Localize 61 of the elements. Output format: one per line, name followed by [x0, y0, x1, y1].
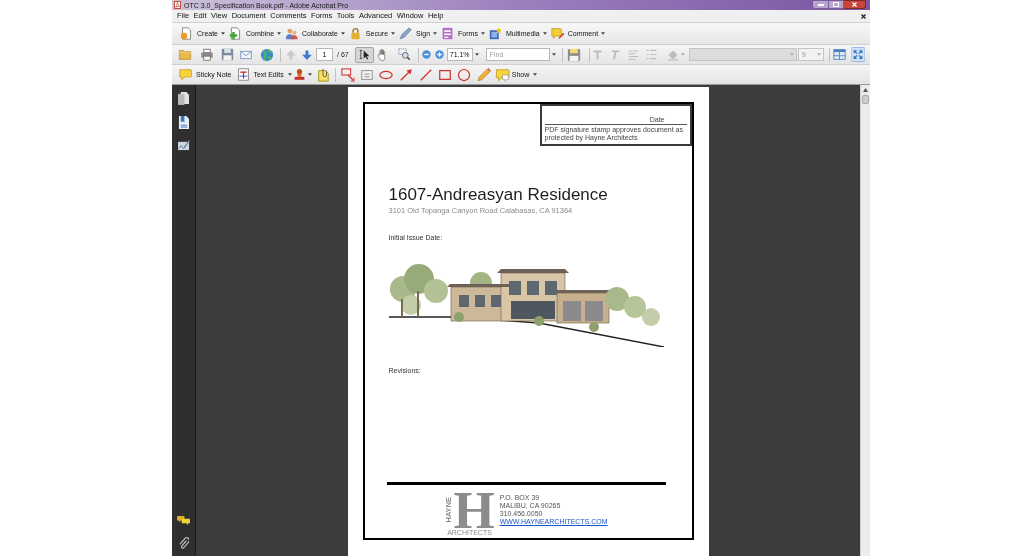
expand-icon[interactable]: [850, 47, 865, 62]
app-icon: [174, 1, 181, 9]
bookmark-icon[interactable]: [178, 116, 189, 129]
maximize-icon: [833, 2, 839, 7]
pages-icon[interactable]: [178, 92, 189, 105]
pencil-icon[interactable]: [476, 67, 491, 82]
scrollbar-thumb[interactable]: [862, 95, 869, 104]
speech-bubbles-icon[interactable]: [177, 515, 190, 526]
stamp-icon: [292, 68, 306, 81]
caret-icon[interactable]: [474, 53, 479, 56]
scrollbar[interactable]: [860, 85, 870, 556]
caret-icon[interactable]: [221, 32, 225, 35]
close-icon[interactable]: [861, 13, 866, 19]
caret-icon[interactable]: [542, 32, 547, 35]
printer-icon[interactable]: [200, 48, 214, 61]
speech-bubble-icon: [550, 27, 564, 40]
text-box-icon[interactable]: [359, 67, 374, 82]
pen-icon: [399, 27, 413, 40]
close-button[interactable]: [844, 0, 866, 9]
speech-bubble-icon: [179, 68, 192, 81]
caret-icon[interactable]: [307, 73, 312, 76]
people-icon: [285, 27, 299, 40]
page-clip-icon[interactable]: [315, 67, 330, 82]
stamp-button[interactable]: [292, 66, 312, 83]
caret-icon[interactable]: [551, 53, 556, 56]
down-arrow-icon[interactable]: [301, 48, 313, 61]
caret-icon[interactable]: [287, 73, 292, 76]
close-icon: [852, 2, 857, 7]
paperclip-icon[interactable]: [178, 537, 189, 550]
select-tool-button[interactable]: [354, 46, 374, 63]
document-title: 1607-Andreasyan Residence: [388, 186, 608, 203]
plus-circle-icon[interactable]: [434, 50, 444, 59]
circle-icon[interactable]: [456, 67, 471, 82]
up-arrow-icon[interactable]: [863, 88, 868, 92]
minimize-button[interactable]: [812, 0, 829, 9]
caret-icon[interactable]: [601, 32, 606, 35]
minimize-icon: [817, 3, 824, 6]
logo-letter: H: [453, 492, 495, 528]
padlock-icon: [348, 27, 362, 40]
window-icon[interactable]: [832, 48, 846, 61]
speech-bubbles-icon: [494, 67, 510, 82]
page-icon: [180, 27, 193, 40]
signature-icon[interactable]: [177, 140, 190, 151]
caret-icon[interactable]: [533, 73, 538, 76]
callout-icon[interactable]: [340, 67, 355, 82]
page-plus-icon: [229, 27, 242, 40]
text-edit-icon: [237, 68, 251, 81]
caret-icon[interactable]: [480, 32, 485, 35]
caret-icon[interactable]: [277, 32, 282, 35]
caret-icon[interactable]: [391, 32, 396, 35]
magnifier-icon: [397, 48, 411, 61]
minus-circle-icon[interactable]: [421, 50, 431, 59]
rectangle-icon[interactable]: [437, 67, 452, 82]
caret-icon[interactable]: [340, 32, 345, 35]
globe-icon[interactable]: [260, 47, 274, 62]
form-icon: [441, 27, 455, 40]
cursor-icon: [357, 48, 371, 61]
line-icon[interactable]: [418, 67, 433, 82]
caret-icon[interactable]: [433, 32, 438, 35]
maximize-button[interactable]: [829, 0, 844, 9]
arrow-icon[interactable]: [398, 67, 413, 82]
